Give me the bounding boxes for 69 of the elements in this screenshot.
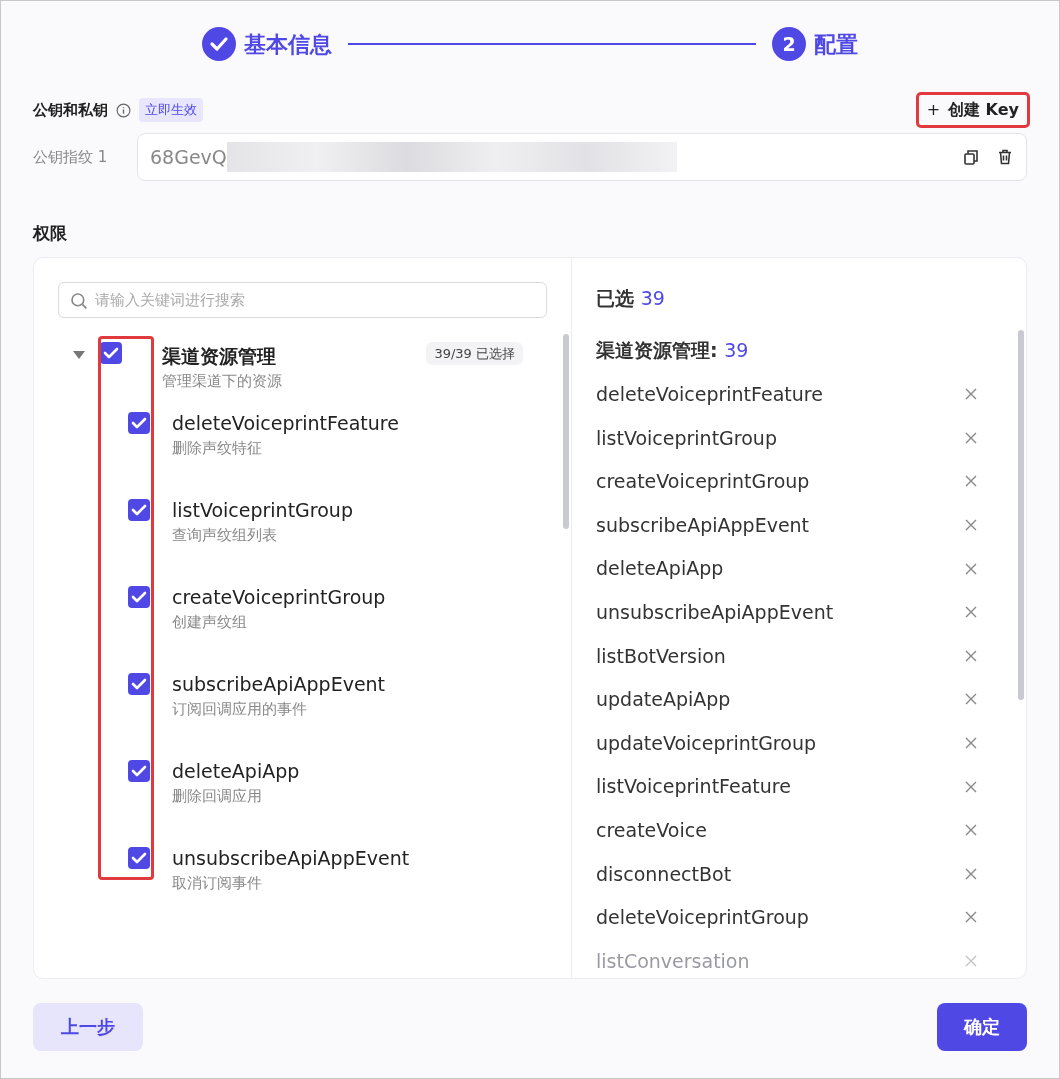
group-label: 渠道资源管理 (162, 343, 277, 369)
checkbox[interactable] (128, 585, 150, 608)
close-icon[interactable] (964, 605, 978, 620)
selected-count: 已选 39 (596, 285, 666, 311)
permission-description: 创建声纹组 (172, 612, 248, 633)
close-icon[interactable] (964, 518, 978, 533)
permission-description: 取消订阅事件 (172, 873, 263, 894)
close-icon[interactable] (964, 474, 978, 489)
permission-label: createVoiceprintGroup (172, 584, 386, 610)
status-tag: 立即生效 (139, 98, 203, 122)
step-label: 基本信息 (244, 30, 332, 59)
close-icon[interactable] (964, 823, 978, 838)
selected-permission: createVoiceprintGroup (596, 469, 810, 495)
selected-permission: listVoiceprintFeature (596, 774, 791, 800)
selected-permission: deleteVoiceprintGroup (596, 905, 809, 931)
create-key-button[interactable]: + 创建 Key (918, 95, 1027, 125)
close-icon[interactable] (964, 430, 978, 445)
close-icon[interactable] (964, 692, 978, 707)
group-description: 管理渠道下的资源 (162, 371, 283, 392)
permission-description: 查询声纹组列表 (172, 525, 278, 546)
selected-permission: createVoice (596, 818, 707, 843)
back-button[interactable]: 上一步 (33, 1002, 143, 1051)
close-icon[interactable] (964, 910, 978, 925)
caret-icon[interactable] (72, 349, 86, 360)
scrollbar-thumb[interactable] (1018, 329, 1024, 700)
section-title: 公钥和私钥 (33, 99, 108, 121)
step-label: 配置 (814, 30, 858, 59)
permission-label: deleteApiApp (172, 758, 300, 784)
scrollbar-thumb[interactable] (563, 333, 569, 529)
checkbox[interactable] (100, 341, 122, 364)
checkbox[interactable] (128, 411, 150, 434)
permission-label: listVoiceprintGroup (172, 497, 353, 523)
field-label: 公钥指纹 1 (33, 146, 109, 168)
checkbox[interactable] (128, 846, 150, 869)
permission-description: 删除声纹特征 (172, 438, 263, 459)
checkbox[interactable] (128, 498, 150, 521)
permission-description: 删除回调应用 (172, 786, 263, 807)
permission-label: unsubscribeApiAppEvent (172, 845, 410, 871)
selected-permission: listVoiceprintGroup (596, 425, 777, 451)
confirm-button[interactable]: 确定 (937, 1002, 1027, 1051)
selected-permission: disconnectBot (596, 861, 732, 887)
permission-description: 订阅回调应用的事件 (172, 699, 308, 720)
copy-icon[interactable] (962, 148, 980, 166)
close-icon[interactable] (964, 779, 978, 794)
checkbox[interactable] (128, 672, 150, 695)
close-icon[interactable] (964, 866, 978, 881)
step-number: 2 (772, 27, 806, 61)
selected-permission: updateApiApp (596, 687, 731, 713)
selected-permission: subscribeApiAppEvent (596, 512, 810, 538)
close-icon[interactable] (964, 561, 978, 576)
selected-permission: listConversation (596, 948, 750, 974)
permission-label: deleteVoiceprintFeature (172, 410, 399, 436)
close-icon[interactable] (964, 736, 978, 751)
selected-permission: unsubscribeApiAppEvent (596, 600, 834, 625)
search-field[interactable]: 请输入关键词进行搜索 (58, 281, 547, 318)
selection-count: 39/39 已选择 (426, 341, 523, 365)
fingerprint-value: 68GevQ (150, 144, 227, 170)
close-icon[interactable] (964, 387, 978, 402)
close-icon[interactable] (964, 648, 978, 663)
info-icon (116, 102, 131, 118)
selected-permission: deleteApiApp (596, 556, 724, 582)
trash-icon[interactable] (996, 148, 1014, 166)
checkbox[interactable] (128, 759, 150, 782)
selected-permission: updateVoiceprintGroup (596, 730, 816, 756)
section-title: 权限 (33, 222, 68, 245)
selected-permission: listBotVersion (596, 643, 726, 669)
selected-permission: deleteVoiceprintFeature (596, 382, 823, 408)
group-count: 渠道资源管理: 39 (596, 338, 750, 363)
permission-label: subscribeApiAppEvent (172, 671, 386, 697)
